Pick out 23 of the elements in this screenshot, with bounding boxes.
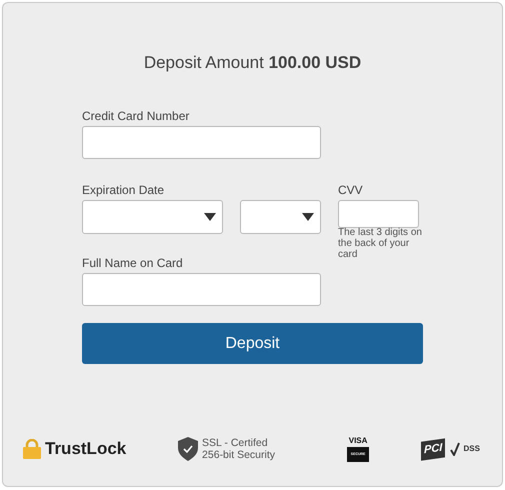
dss-text: DSS <box>464 443 480 455</box>
field-label: CVV <box>338 183 364 197</box>
deposit-button[interactable]: Deposit <box>82 323 423 364</box>
pci-logo-text: PCI <box>421 438 446 460</box>
cvv-field[interactable] <box>338 200 419 228</box>
shield-icon <box>178 437 198 461</box>
caret-icon <box>302 213 314 221</box>
deposit-amount-title: Deposit Amount 100.00 USD <box>142 53 362 73</box>
check-icon <box>450 442 460 456</box>
trustlock-logo-text: TrustLock <box>45 438 126 460</box>
full-name-field[interactable] <box>82 273 321 306</box>
ssl-text: SSL - Certifed <box>202 437 269 449</box>
card-number-field[interactable] <box>82 126 321 159</box>
help-text: The last 3 digits on the back of your card <box>338 227 423 260</box>
lock-icon <box>23 439 41 459</box>
field-label: Expiration Date <box>82 183 166 197</box>
caret-icon <box>204 213 216 221</box>
ssl-text: 256-bit Security <box>202 449 275 461</box>
field-label: Full Name on Card <box>82 256 184 270</box>
visa-text: VISA <box>348 436 368 445</box>
year-select[interactable] <box>240 200 321 234</box>
month-select[interactable] <box>82 200 223 234</box>
field-label: Credit Card Number <box>82 109 190 123</box>
